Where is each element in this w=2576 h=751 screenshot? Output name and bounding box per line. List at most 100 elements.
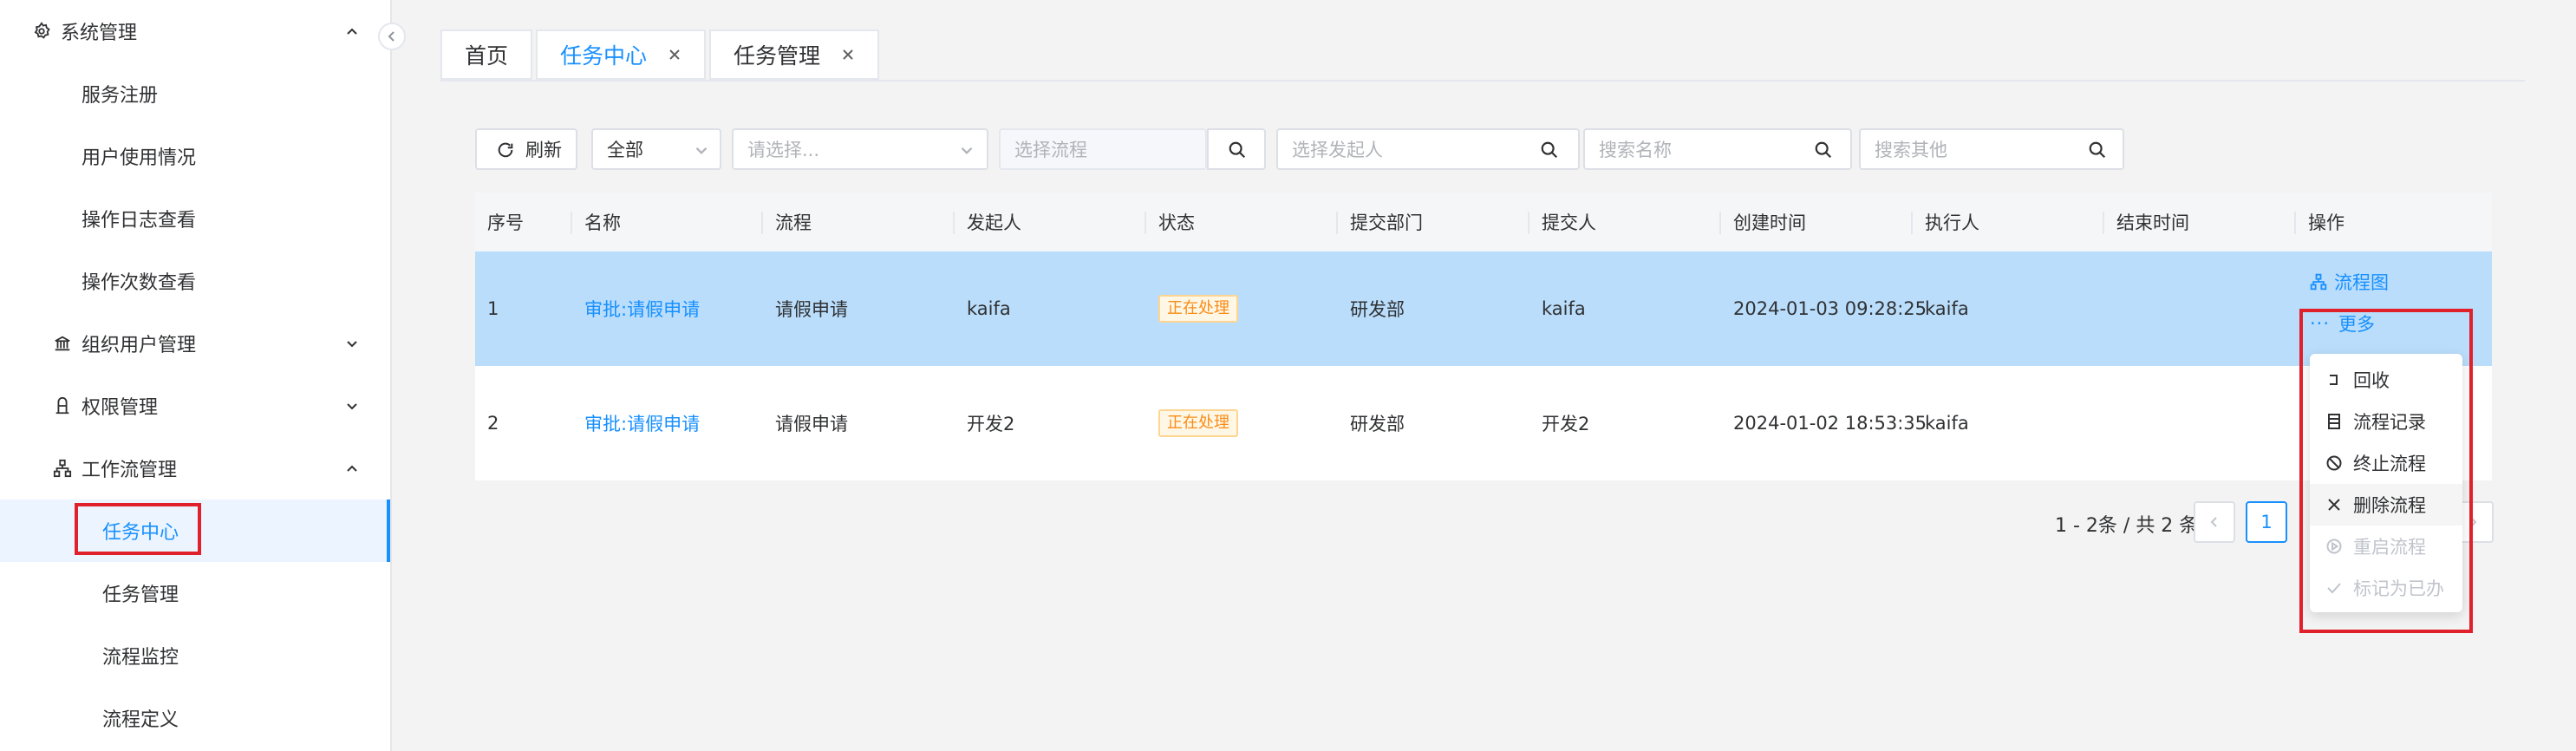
more-actions-link[interactable]: ··· 更多 (2310, 310, 2375, 336)
column-header-index: 序号 (487, 212, 524, 233)
process-input-placeholder: 选择流程 (1014, 140, 1087, 160)
search-icon[interactable] (2088, 140, 2107, 160)
close-icon (2328, 499, 2340, 511)
cell-executor: kaifa (1925, 413, 1969, 434)
sidebar-item-permission-management[interactable]: 权限管理 (0, 375, 390, 437)
sidebar-item-label: 服务注册 (82, 85, 159, 107)
menu-item-terminate-process[interactable]: 终止流程 (2310, 442, 2462, 484)
sidebar-item-label: 任务管理 (102, 584, 179, 606)
tabs-divider (440, 80, 2525, 82)
table-row[interactable]: 2 审批:请假申请 请假申请 开发2 正在处理 研发部 开发2 2024-01-… (475, 366, 2492, 480)
gear-icon (31, 21, 52, 42)
sidebar-item-label: 权限管理 (82, 397, 159, 419)
cell-created-time: 2024-01-03 09:28:25 (1733, 298, 1927, 319)
column-header-department: 提交部门 (1350, 212, 1423, 233)
column-header-end-time: 结束时间 (2116, 212, 2189, 233)
menu-item-process-record[interactable]: 流程记录 (2310, 401, 2462, 442)
recall-icon (2330, 375, 2338, 385)
menu-item-delete-process[interactable]: 删除流程 (2310, 484, 2462, 526)
refresh-icon (498, 142, 513, 158)
key-icon (52, 395, 73, 416)
sidebar-item-label: 流程定义 (102, 709, 179, 731)
sidebar-item-operation-log[interactable]: 操作日志查看 (0, 187, 390, 250)
other-search-placeholder: 搜索其他 (1875, 140, 1947, 160)
cell-name-link[interactable]: 审批:请假申请 (572, 251, 700, 366)
name-search-input[interactable]: 搜索名称 (1583, 128, 1852, 170)
stop-icon (2326, 455, 2342, 471)
chevron-left-icon (2210, 517, 2217, 527)
chevron-right-icon (2470, 517, 2477, 527)
sidebar-item-task-center[interactable]: 任务中心 (0, 500, 390, 562)
column-header-submitter: 提交人 (1542, 212, 1596, 233)
menu-item-label: 流程记录 (2353, 412, 2426, 433)
chevron-down-icon (695, 147, 708, 154)
refresh-button[interactable]: 刷新 (475, 128, 577, 170)
menu-item-recall[interactable]: 回收 (2310, 359, 2462, 401)
page-button-current[interactable]: 1 (2246, 501, 2287, 543)
initiator-input-placeholder: 选择发起人 (1292, 140, 1383, 160)
category-select[interactable]: 请选择... (732, 128, 988, 170)
menu-item-label: 标记为已办 (2353, 578, 2444, 599)
tab-label: 首页 (465, 43, 509, 69)
sidebar-item-operation-count[interactable]: 操作次数查看 (0, 250, 390, 312)
sidebar-item-workflow-management[interactable]: 工作流管理 (0, 437, 390, 500)
column-header-name: 名称 (584, 212, 621, 233)
chevron-left-icon (388, 31, 395, 42)
menu-item-label: 终止流程 (2353, 454, 2426, 474)
flow-diagram-label: 流程图 (2334, 272, 2389, 293)
table-row[interactable]: 1 审批:请假申请 请假申请 kaifa 正在处理 研发部 kaifa 2024… (475, 251, 2492, 366)
sidebar-item-task-management[interactable]: 任务管理 (0, 562, 390, 624)
cell-department: 研发部 (1350, 299, 1405, 320)
sidebar-collapse-button[interactable] (378, 23, 406, 50)
other-search-input[interactable]: 搜索其他 (1859, 128, 2124, 170)
close-icon[interactable] (668, 48, 681, 62)
status-select-value: 全部 (607, 140, 643, 160)
menu-item-label: 删除流程 (2353, 495, 2426, 516)
cell-process: 请假申请 (775, 414, 848, 434)
status-select[interactable]: 全部 (591, 128, 721, 170)
process-search-button[interactable] (1207, 128, 1266, 170)
sidebar-item-org-user-management[interactable]: 组织用户管理 (0, 312, 390, 375)
menu-item-label: 回收 (2353, 370, 2390, 391)
menu-item-restart-process: 重启流程 (2310, 526, 2462, 567)
tab-task-center[interactable]: 任务中心 (536, 29, 707, 80)
cell-department: 研发部 (1350, 414, 1405, 434)
cell-name-link[interactable]: 审批:请假申请 (572, 366, 700, 480)
sidebar-item-label: 工作流管理 (82, 460, 178, 481)
sidebar-item-system-management[interactable]: 系统管理 (0, 0, 390, 62)
initiator-input[interactable]: 选择发起人 (1276, 128, 1580, 170)
close-icon[interactable] (841, 48, 855, 62)
more-actions-dropdown: 回收 流程记录 终止流程 删除流程 重启流程 标记为已办 (2310, 354, 2462, 612)
cell-submitter: kaifa (1542, 298, 1586, 319)
cell-submitter: 开发2 (1542, 414, 1590, 434)
sidebar-item-label: 操作次数查看 (82, 272, 197, 294)
sidebar-item-label: 操作日志查看 (82, 210, 197, 232)
sidebar-item-service-registration[interactable]: 服务注册 (0, 62, 390, 125)
category-select-placeholder: 请选择... (747, 140, 820, 160)
tab-task-management[interactable]: 任务管理 (709, 29, 880, 80)
flow-icon (52, 458, 73, 479)
sidebar-item-label: 用户使用情况 (82, 147, 197, 169)
tab-label: 任务管理 (734, 43, 821, 69)
tab-home[interactable]: 首页 (440, 29, 533, 80)
pagination-total: 1 - 2条 / 共 2 条 (2055, 515, 2199, 537)
cell-index: 1 (487, 298, 499, 319)
sidebar-item-user-usage[interactable]: 用户使用情况 (0, 125, 390, 187)
menu-item-label: 重启流程 (2353, 537, 2426, 558)
menu-item-mark-done: 标记为已办 (2310, 567, 2462, 609)
sidebar-item-process-definition[interactable]: 流程定义 (0, 687, 390, 749)
chevron-down-icon (961, 147, 973, 154)
bank-icon (52, 333, 73, 354)
cell-process: 请假申请 (775, 299, 848, 320)
search-icon[interactable] (1814, 140, 1833, 160)
tab-bar: 首页 任务中心 任务管理 (440, 29, 883, 80)
status-badge: 正在处理 (1158, 409, 1238, 437)
cell-initiator: 开发2 (967, 414, 1015, 434)
column-header-process: 流程 (775, 212, 812, 233)
prev-page-button[interactable] (2194, 501, 2235, 543)
cell-status: 正在处理 (1146, 366, 1238, 480)
search-icon[interactable] (1540, 140, 1559, 160)
flow-diagram-link[interactable]: 流程图 (2310, 269, 2389, 295)
cell-index: 2 (487, 413, 499, 434)
sidebar-item-process-monitor[interactable]: 流程监控 (0, 624, 390, 687)
